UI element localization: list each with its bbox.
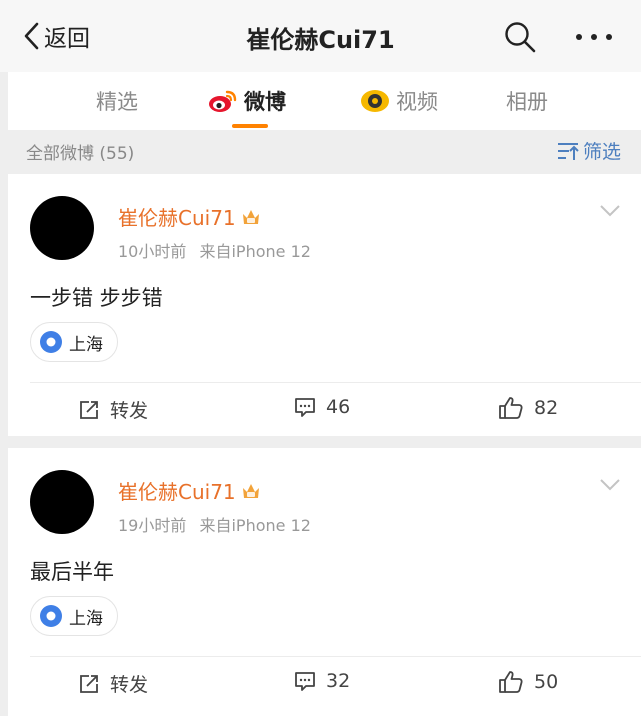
comment-count: 46: [326, 396, 351, 418]
comment-icon: [295, 672, 315, 691]
comment-icon: [295, 398, 315, 417]
like-icon: [499, 397, 523, 419]
filter-icon: [557, 142, 579, 160]
tab-label: 精选: [96, 90, 138, 114]
location-label: 上海: [69, 608, 103, 629]
post-time: 10小时前: [118, 242, 187, 261]
weibo-logo-icon: [209, 90, 237, 112]
active-tab-indicator: [232, 124, 268, 128]
location-pin-icon: [40, 605, 62, 627]
location-label: 上海: [69, 334, 103, 355]
post-card[interactable]: 崔伦赫Cui71 19小时前 来自iPhone 12 最后半年 上海 转发 32…: [8, 448, 641, 716]
post-source: 来自iPhone 12: [199, 516, 311, 535]
comment-button[interactable]: 32: [294, 670, 350, 692]
author-name[interactable]: 崔伦赫Cui71: [118, 476, 262, 505]
tab-video[interactable]: 视频: [360, 86, 438, 116]
more-dots-icon[interactable]: [574, 26, 614, 48]
tab-label: 微博: [244, 90, 286, 114]
author-name[interactable]: 崔伦赫Cui71: [118, 202, 262, 231]
repost-button[interactable]: 转发: [78, 396, 148, 423]
top-nav-bar: 返回 崔伦赫Cui71: [0, 0, 641, 72]
post-meta: 10小时前 来自iPhone 12: [118, 238, 311, 262]
post-source: 来自iPhone 12: [199, 242, 311, 261]
like-count: 82: [534, 397, 559, 419]
tab-featured[interactable]: 精选: [96, 86, 138, 116]
post-meta: 19小时前 来自iPhone 12: [118, 512, 311, 536]
repost-label: 转发: [110, 400, 149, 422]
author-label: 崔伦赫Cui71: [118, 206, 236, 230]
like-button[interactable]: 82: [498, 396, 558, 420]
comment-button[interactable]: 46: [294, 396, 350, 418]
tab-album[interactable]: 相册: [506, 86, 548, 116]
like-icon: [499, 671, 523, 693]
post-count-label: 全部微博 (55): [26, 144, 135, 164]
post-time: 19小时前: [118, 516, 187, 535]
like-button[interactable]: 50: [498, 670, 558, 694]
post-text: 最后半年: [30, 560, 114, 584]
profile-tabs: 精选 微博 视频 相册: [8, 72, 641, 130]
divider: [30, 656, 641, 657]
avatar[interactable]: [30, 470, 94, 534]
avatar[interactable]: [30, 196, 94, 260]
chevron-down-icon[interactable]: [599, 478, 621, 492]
video-icon: [361, 90, 389, 112]
repost-button[interactable]: 转发: [78, 670, 148, 697]
repost-label: 转发: [110, 674, 149, 696]
location-tag[interactable]: 上海: [30, 322, 118, 362]
post-card[interactable]: 崔伦赫Cui71 10小时前 来自iPhone 12 一步错 步步错 上海 转发: [8, 174, 641, 436]
repost-icon: [80, 674, 98, 693]
filter-button[interactable]: 筛选: [557, 137, 621, 164]
search-icon[interactable]: [503, 20, 537, 54]
chevron-down-icon[interactable]: [599, 204, 621, 218]
filter-label: 筛选: [582, 141, 621, 163]
post-text: 一步错 步步错: [30, 286, 163, 310]
like-count: 50: [534, 671, 559, 693]
vip-crown-icon: [242, 483, 259, 498]
tab-label: 视频: [396, 90, 438, 114]
repost-icon: [80, 400, 98, 419]
page-title: 崔伦赫Cui71: [246, 26, 395, 54]
filter-bar: 全部微博 (55) 筛选: [8, 132, 641, 172]
vip-crown-icon: [242, 209, 259, 224]
tab-label: 相册: [506, 90, 548, 114]
divider: [30, 382, 641, 383]
author-label: 崔伦赫Cui71: [118, 480, 236, 504]
comment-count: 32: [326, 670, 351, 692]
tab-weibo[interactable]: 微博: [208, 86, 286, 116]
location-pin-icon: [40, 331, 62, 353]
location-tag[interactable]: 上海: [30, 596, 118, 636]
